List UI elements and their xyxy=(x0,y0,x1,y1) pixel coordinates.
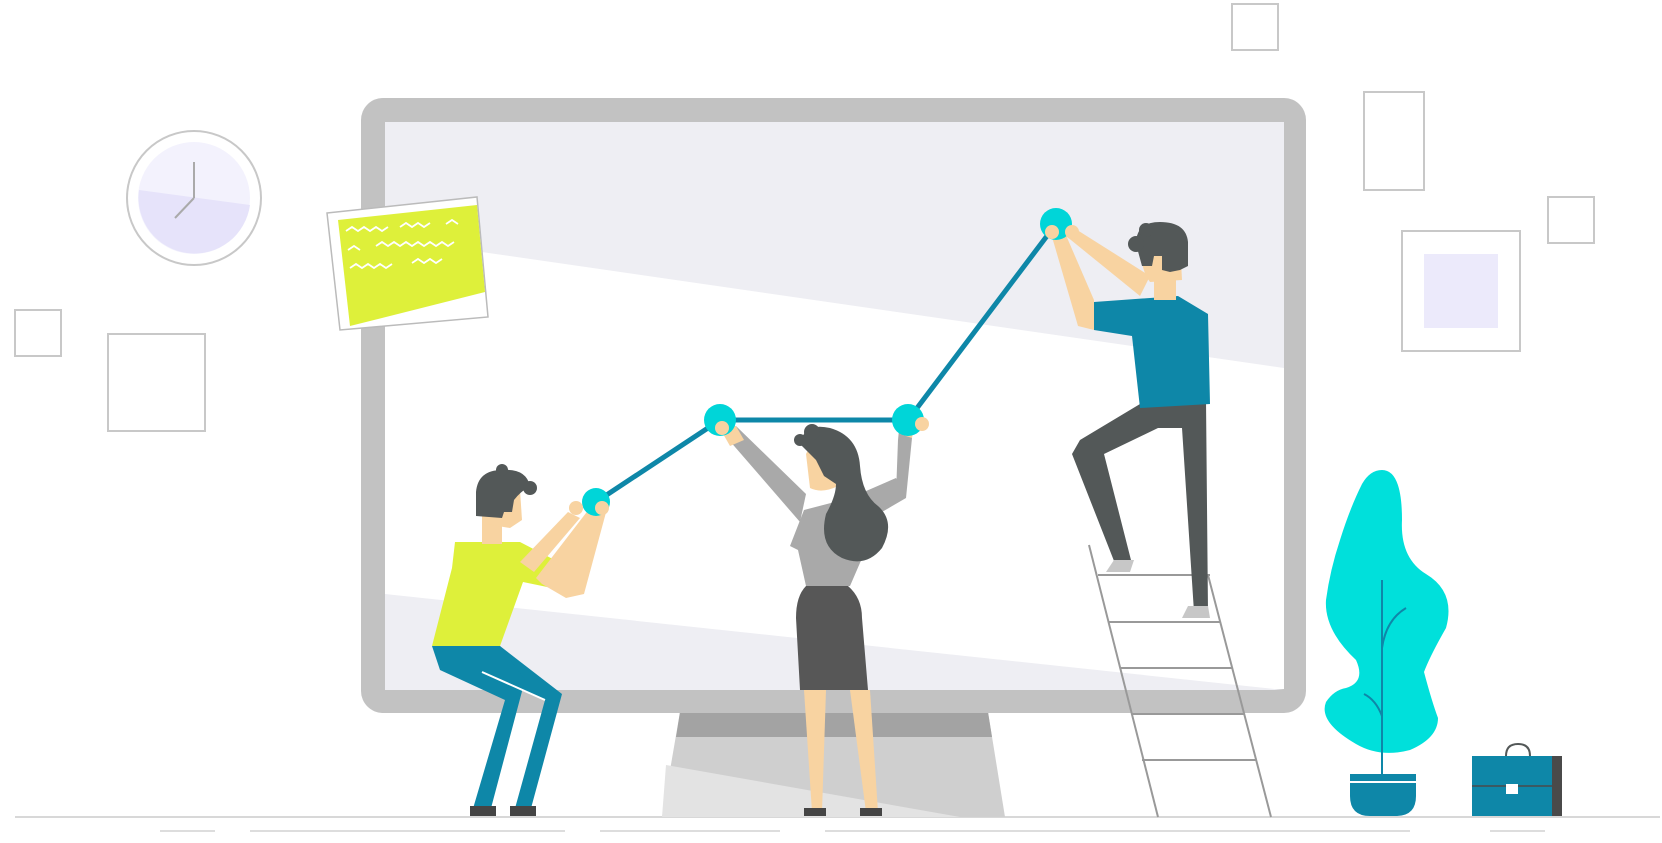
plant-icon xyxy=(1324,470,1449,816)
frame-small-left xyxy=(14,309,62,357)
picture-fill xyxy=(1424,254,1498,328)
frame-small-right xyxy=(1547,196,1595,244)
sticky-note-icon xyxy=(326,196,489,331)
illustration-scene xyxy=(0,0,1662,843)
monitor-stand xyxy=(662,712,1005,817)
floor xyxy=(15,816,1660,832)
frame-top-right xyxy=(1231,3,1279,51)
briefcase-icon xyxy=(1472,742,1562,816)
frame-tall-right xyxy=(1363,91,1425,191)
frame-left xyxy=(107,333,206,432)
wall-clock-icon xyxy=(126,130,262,266)
teamwork-chart-illustration xyxy=(14,3,1660,832)
